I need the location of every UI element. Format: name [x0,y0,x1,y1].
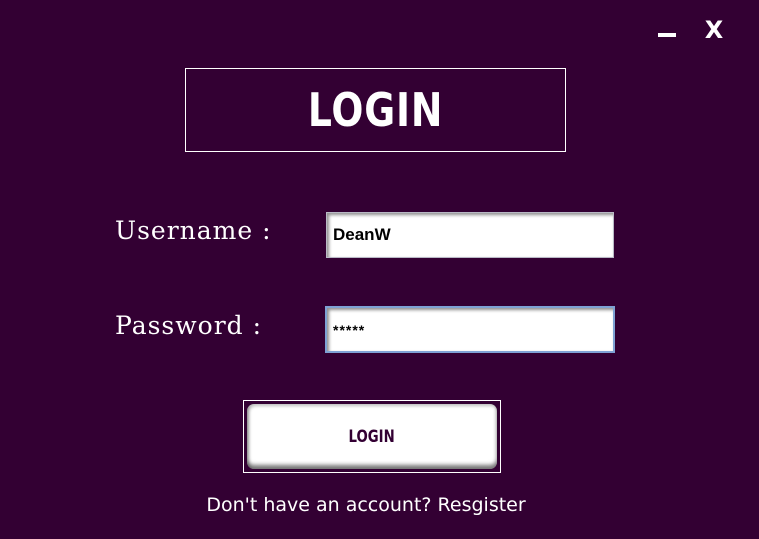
password-label: Password : [115,311,263,340]
page-title: LOGIN [307,83,444,137]
minimize-icon [658,32,676,37]
title-box: LOGIN [185,68,566,152]
login-button-label: LOGIN [348,426,396,447]
username-field[interactable] [326,212,614,258]
username-label: Username : [115,216,272,245]
minimize-button[interactable] [654,16,680,44]
close-button[interactable]: X [700,16,728,44]
login-button-frame: LOGIN [243,400,501,473]
password-field[interactable] [325,306,615,353]
login-button[interactable]: LOGIN [247,404,497,469]
register-link[interactable]: Don't have an account? Resgister [0,494,732,516]
close-icon: X [704,16,724,44]
